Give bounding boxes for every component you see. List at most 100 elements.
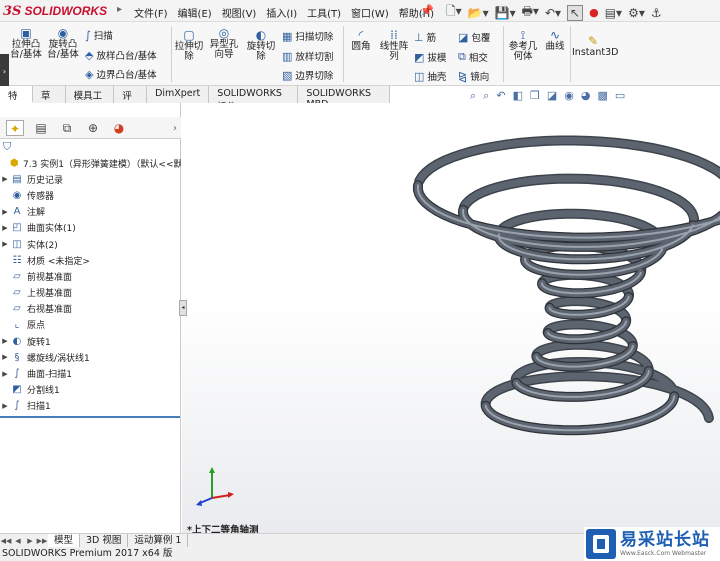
hole-wizard-button[interactable]: ◎ 异型孔向导 [207, 27, 241, 60]
expand-arrow-icon[interactable]: ▶ [0, 224, 10, 232]
tree-root-part[interactable]: ⬢ 7.3 实例1（异形弹簧建模）（默认<<默认>_显 [0, 155, 181, 171]
menu-edit[interactable]: 编辑(E) [178, 5, 212, 20]
options-icon[interactable]: ⚙▾ [628, 6, 645, 20]
select-icon[interactable]: ↖ [567, 4, 584, 21]
tab-features[interactable]: 特征 [0, 86, 33, 116]
expand-arrow-icon[interactable]: ▶ [0, 208, 10, 216]
tree-node[interactable]: ▱ 右视基准面 [0, 301, 181, 317]
tree-node[interactable]: ◉ 传感器 [0, 187, 181, 203]
swept-cut-button[interactable]: ▦ 扫描切除 [282, 29, 333, 44]
section-view-icon[interactable]: ◧ [513, 89, 523, 103]
display-style-icon[interactable]: ◪ [547, 89, 557, 103]
tree-node[interactable]: ▱ 上视基准面 [0, 285, 181, 301]
file-properties-icon[interactable]: ▤▾ [605, 6, 622, 20]
next-tab-icon[interactable]: ▶ [24, 537, 36, 545]
tree-node[interactable]: ▶ ∫ 扫描1 [0, 398, 181, 414]
first-tab-icon[interactable]: ◀◀ [0, 537, 12, 545]
tab-3d-views[interactable]: 3D 视图 [80, 534, 129, 547]
revolve-boss-button[interactable]: ◉ 旋转凸台/基体 [44, 27, 82, 60]
tree-node[interactable]: ☷ 材质 <未指定> [0, 252, 181, 268]
previous-view-icon[interactable]: ↶ [496, 89, 505, 103]
tab-dimxpert[interactable]: DimXpert [147, 86, 210, 103]
last-tab-icon[interactable]: ▶▶ [36, 537, 48, 545]
tab-sketch[interactable]: 草图 [33, 86, 66, 116]
new-icon[interactable]: 🗋▾ [446, 2, 462, 23]
pin-menu-icon[interactable]: 📌 [420, 4, 434, 17]
menu-insert[interactable]: 插入(I) [266, 5, 297, 20]
expand-arrow-icon[interactable]: ▶ [0, 337, 10, 345]
expand-arrow-icon[interactable]: ▶ [0, 175, 10, 183]
menu-window[interactable]: 窗口(W) [351, 5, 389, 20]
sweep-button[interactable]: ∫ 扫描 [85, 28, 113, 43]
tab-addins[interactable]: SOLIDWORKS 插件 [209, 86, 299, 113]
extrude-boss-button[interactable]: ▣ 拉伸凸台/基体 [8, 27, 44, 60]
panel-scroll-arrow-icon[interactable]: › [173, 123, 177, 134]
open-icon[interactable]: 📂▾ [468, 6, 489, 20]
spring-model[interactable] [182, 103, 720, 533]
expand-arrow-icon[interactable]: ▶ [0, 370, 10, 378]
view-settings-icon[interactable]: ▭ [615, 89, 625, 103]
edit-appearance-icon[interactable]: ◕ [581, 89, 591, 103]
tab-model[interactable]: 模型 [48, 534, 81, 547]
tab-mbd[interactable]: SOLIDWORKS MBD [298, 86, 390, 110]
draft-button[interactable]: ◩ 拔模 [414, 50, 446, 65]
search-help-icon[interactable]: ⚓ [651, 6, 662, 20]
tree-node[interactable]: ▶ § 螺旋线/涡状线1 [0, 349, 181, 365]
menu-view[interactable]: 视图(V) [222, 5, 257, 20]
tab-mold-tools[interactable]: 模具工具 [66, 86, 115, 116]
curves-button[interactable]: ∿ 曲线 [542, 29, 568, 52]
extrude-cut-button[interactable]: ▢ 拉伸切除 [174, 29, 204, 62]
tab-evaluate[interactable]: 评估 [114, 86, 148, 116]
tree-node[interactable]: ▶ ∫ 曲面-扫描1 [0, 365, 181, 381]
filter-icon[interactable]: ⛉ [3, 140, 11, 154]
panel-resize-handle[interactable]: ◂ [179, 300, 187, 316]
tree-node[interactable]: ▶ ◐ 旋转1 [0, 333, 181, 349]
tree-node[interactable]: ⌞ 原点 [0, 317, 181, 333]
expand-arrow-icon[interactable]: ▶ [0, 402, 10, 410]
expand-arrow-icon[interactable]: ▶ [0, 240, 10, 248]
lofted-cut-button[interactable]: ▥ 放样切割 [282, 49, 333, 64]
apply-scene-icon[interactable]: ▩ [597, 89, 607, 103]
tab-motion-study[interactable]: 运动算例 1 [128, 534, 189, 547]
hide-show-items-icon[interactable]: ◉ [564, 89, 574, 103]
ref-geometry-button[interactable]: ⟟ 参考几何体 [507, 29, 539, 62]
tree-node[interactable]: ▶ A 注解 [0, 204, 181, 220]
logo-menu-arrow-icon[interactable]: ▸ [117, 4, 122, 15]
property-manager-icon[interactable]: ▤ [32, 120, 50, 136]
dimxpert-manager-icon[interactable]: ⊕ [84, 120, 102, 136]
shell-button[interactable]: ◫ 抽壳 [414, 69, 446, 84]
undo-icon[interactable]: ↶▾ [545, 6, 561, 20]
fillet-button[interactable]: ◜ 圆角 [347, 29, 375, 52]
prev-tab-icon[interactable]: ◀ [12, 537, 24, 545]
menu-file[interactable]: 文件(F) [134, 5, 168, 20]
menu-tools[interactable]: 工具(T) [307, 5, 341, 20]
view-orientation-icon[interactable]: ❒ [530, 89, 540, 103]
loft-boss-button[interactable]: ⬘ 放样凸台/基体 [85, 48, 157, 63]
boundary-boss-button[interactable]: ◈ 边界凸台/基体 [85, 67, 157, 82]
boundary-cut-button[interactable]: ▧ 边界切除 [282, 68, 333, 83]
display-manager-icon[interactable]: ◕ [110, 120, 128, 136]
tree-node[interactable]: ▶ ◰ 曲面实体(1) [0, 220, 181, 236]
expand-arrow-icon[interactable]: ▶ [0, 353, 10, 361]
zoom-to-fit-icon[interactable]: ⌕ [470, 89, 476, 103]
solidworks-logo[interactable]: 3S SOLIDWORKS [3, 3, 107, 19]
tree-node[interactable]: ◩ 分割线1 [0, 382, 181, 398]
wrap-button[interactable]: ◪ 包覆 [458, 30, 490, 45]
print-icon[interactable]: 🖶▾ [522, 2, 539, 23]
zoom-to-area-icon[interactable]: ⌕ [483, 89, 489, 103]
graphics-area[interactable] [182, 103, 720, 533]
revolve-cut-button[interactable]: ◐ 旋转切除 [244, 29, 278, 62]
rib-button[interactable]: ⊥ 筋 [414, 30, 436, 45]
tree-node[interactable]: ▶ ◫ 实体(2) [0, 236, 181, 252]
configuration-manager-icon[interactable]: ⧉ [58, 120, 76, 136]
save-icon[interactable]: 💾▾ [495, 6, 516, 20]
tree-node[interactable]: ▶ ▤ 历史记录 [0, 171, 181, 187]
instant3d-button[interactable]: ✎ Instant3D [572, 35, 618, 58]
intersect-button[interactable]: ⧉ 相交 [458, 50, 488, 64]
linear-pattern-button[interactable]: ⁞⁞ 线性阵列 [377, 29, 411, 62]
rollback-bar[interactable] [0, 416, 180, 418]
mirror-button[interactable]: ⧎ 镜向 [458, 69, 489, 84]
feature-manager-icon[interactable]: ✦ [6, 119, 24, 136]
rebuild-icon[interactable]: ● [589, 6, 599, 19]
tree-node[interactable]: ▱ 前视基准面 [0, 268, 181, 284]
